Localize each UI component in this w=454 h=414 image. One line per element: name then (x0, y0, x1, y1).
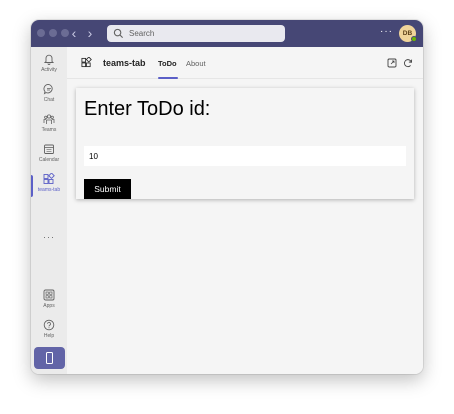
rail-label: Calendar (38, 157, 60, 163)
chat-icon (43, 84, 53, 95)
more-apps-icon[interactable]: ··· (31, 233, 67, 242)
rail-item-help[interactable]: Help (31, 319, 67, 347)
tab-content: Enter ToDo id: Submit (67, 80, 423, 374)
rail-label: Teams (41, 127, 57, 133)
apps-icon (43, 289, 55, 301)
search-box[interactable]: Search (107, 25, 285, 42)
phone-icon (46, 352, 53, 364)
rail-item-teams-tab[interactable]: teams-tab (31, 173, 67, 201)
tab-todo[interactable]: ToDo (158, 59, 177, 68)
rail-label: teams-tab (37, 187, 61, 193)
rail-item-chat[interactable]: Chat (31, 83, 67, 111)
app-rail: Activity Chat Teams Calendar teams-tab ·… (31, 47, 67, 374)
rail-label: Chat (43, 97, 55, 103)
rail-label: Help (43, 333, 55, 339)
calendar-icon (44, 144, 54, 154)
todo-id-input[interactable] (84, 146, 406, 166)
submit-button[interactable]: Submit (84, 179, 131, 199)
teams-window: ‹ › Search ··· DB Activity Chat Teams Ca… (31, 20, 423, 374)
minimize-window-button[interactable] (49, 29, 57, 37)
app-title: teams-tab (103, 58, 146, 68)
active-tab-indicator (158, 77, 178, 79)
forward-arrow-icon[interactable]: › (83, 26, 97, 40)
rail-label: Apps (43, 303, 55, 309)
popout-icon[interactable] (387, 58, 397, 68)
presence-status-icon (411, 36, 417, 42)
close-window-button[interactable] (37, 29, 45, 37)
todo-form-card: Enter ToDo id: Submit (76, 88, 414, 199)
tab-about[interactable]: About (186, 59, 206, 68)
tab-header: teams-tab ToDo About (67, 47, 423, 79)
rail-item-calendar[interactable]: Calendar (31, 143, 67, 171)
app-grid-icon (43, 173, 55, 184)
mobile-device-button[interactable] (34, 347, 65, 369)
rail-label: Activity (41, 67, 57, 73)
rail-item-teams[interactable]: Teams (31, 113, 67, 141)
help-icon (43, 319, 55, 331)
form-heading: Enter ToDo id: (84, 98, 211, 120)
search-placeholder: Search (129, 29, 155, 38)
refresh-icon[interactable] (403, 58, 413, 68)
rail-item-apps[interactable]: Apps (31, 289, 67, 317)
more-options-icon[interactable]: ··· (380, 26, 393, 38)
rail-item-activity[interactable]: Activity (31, 53, 67, 81)
teams-icon (43, 114, 55, 124)
back-arrow-icon[interactable]: ‹ (67, 26, 81, 40)
bell-icon (43, 54, 55, 65)
search-icon (113, 28, 124, 39)
app-grid-icon (81, 57, 92, 68)
title-bar: ‹ › Search ··· DB (31, 20, 423, 47)
